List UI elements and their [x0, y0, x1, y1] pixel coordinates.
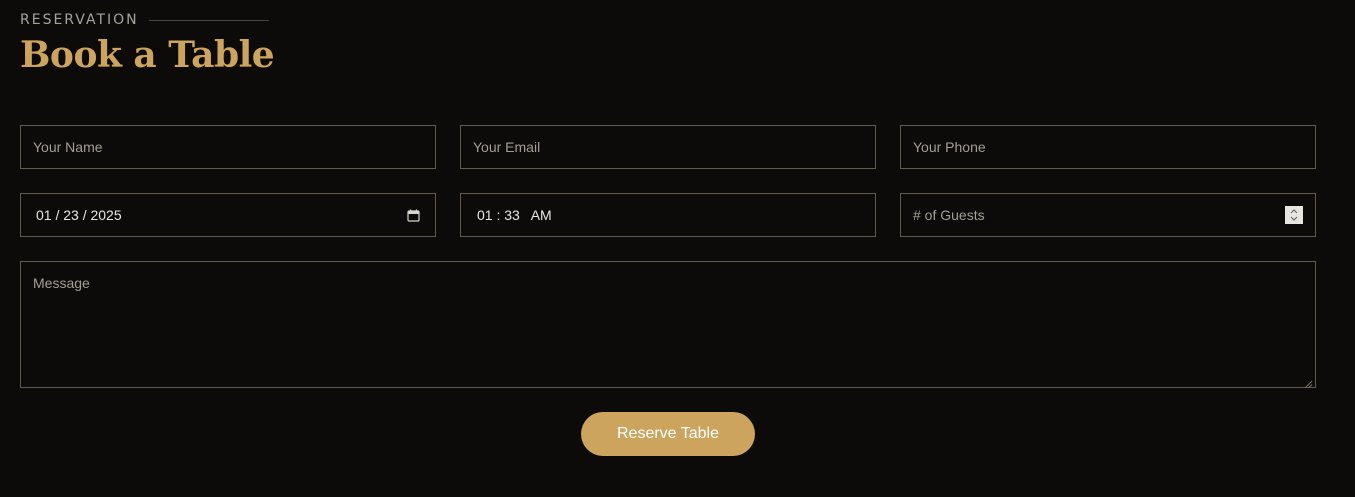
date-value: 01 / 23 / 2025	[36, 207, 122, 223]
name-placeholder: Your Name	[33, 139, 103, 155]
message-field[interactable]: Message	[20, 261, 1316, 389]
name-field[interactable]: Your Name	[20, 125, 436, 169]
calendar-icon[interactable]	[407, 209, 420, 222]
time-value: 01 : 33 AM	[477, 207, 552, 223]
resize-handle-icon[interactable]	[1304, 376, 1313, 389]
message-placeholder: Message	[33, 275, 90, 291]
phone-field[interactable]: Your Phone	[900, 125, 1316, 169]
eyebrow-label: RESERVATION	[20, 12, 139, 28]
email-field[interactable]: Your Email	[460, 125, 876, 169]
section-title: Book a Table	[20, 34, 275, 76]
guests-field[interactable]: # of Guests	[900, 193, 1316, 237]
number-stepper-icon[interactable]	[1285, 206, 1303, 224]
date-field[interactable]: 01 / 23 / 2025	[20, 193, 436, 237]
time-field[interactable]: 01 : 33 AM	[460, 193, 876, 237]
guests-placeholder: # of Guests	[913, 207, 985, 223]
reservation-section: RESERVATION Book a Table Your Name Your …	[0, 0, 1355, 497]
eyebrow-divider	[148, 19, 269, 21]
section-eyebrow: RESERVATION	[20, 12, 269, 28]
phone-placeholder: Your Phone	[913, 139, 986, 155]
reserve-table-button[interactable]: Reserve Table	[581, 412, 755, 456]
email-placeholder: Your Email	[473, 139, 541, 155]
